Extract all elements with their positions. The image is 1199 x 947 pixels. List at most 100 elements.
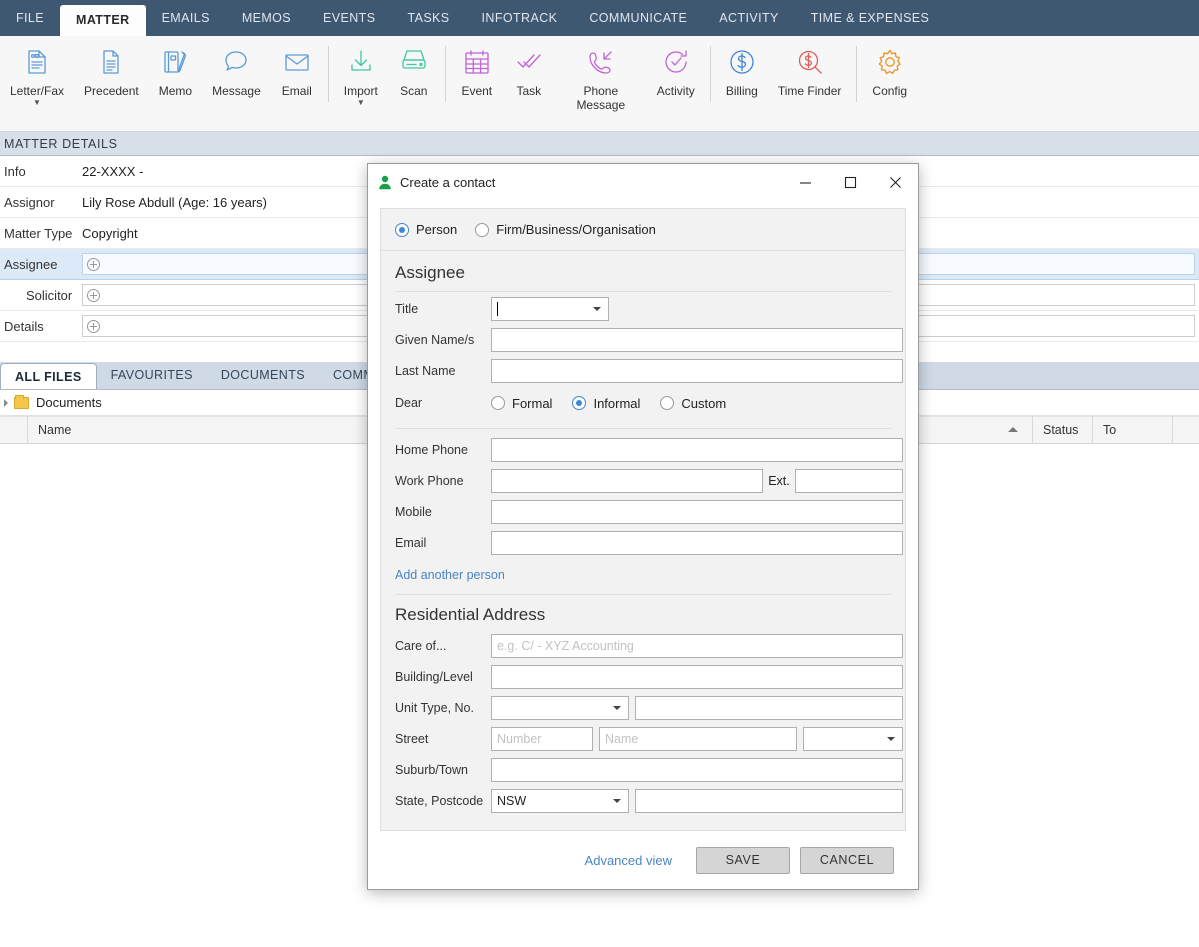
- state-value: NSW: [497, 794, 527, 808]
- ribbon-button-time-finder[interactable]: Time Finder: [768, 42, 852, 98]
- nav-tab-file[interactable]: FILE: [0, 0, 60, 36]
- mobile-input[interactable]: [491, 500, 903, 524]
- nav-tab-label: EVENTS: [323, 11, 376, 25]
- nav-tab-events[interactable]: EVENTS: [307, 0, 391, 36]
- ribbon-button-precedent[interactable]: Precedent: [74, 42, 149, 98]
- cancel-button[interactable]: CANCEL: [800, 846, 894, 874]
- chevron-down-icon[interactable]: ▼: [33, 99, 41, 107]
- person-section-heading: Assignee: [395, 263, 465, 282]
- title-select[interactable]: [491, 297, 609, 321]
- column-header-to[interactable]: To: [1093, 416, 1173, 444]
- nav-tab-label: COMMUNICATE: [589, 11, 688, 25]
- care-of-input[interactable]: [491, 634, 903, 658]
- ribbon-separator: [709, 46, 711, 102]
- radio-firm[interactable]: Firm/Business/Organisation: [475, 222, 656, 237]
- last-name-row: Last Name: [381, 357, 905, 385]
- title-row: Title: [381, 295, 905, 323]
- ribbon-button-billing[interactable]: Billing: [716, 42, 768, 98]
- nav-tab-time-expenses[interactable]: TIME & EXPENSES: [795, 0, 946, 36]
- dear-label: Dear: [395, 396, 423, 410]
- matter-detail-label: Details: [4, 318, 44, 334]
- radio-person[interactable]: Person: [395, 222, 457, 237]
- save-button[interactable]: SAVE: [696, 846, 790, 874]
- address-section-heading: Residential Address: [395, 605, 546, 624]
- home-phone-input[interactable]: [491, 438, 903, 462]
- postcode-input[interactable]: [635, 789, 903, 813]
- last-name-input[interactable]: [491, 359, 903, 383]
- activity-clock-icon: [662, 42, 690, 82]
- ribbon-button-label: Config: [872, 84, 908, 98]
- main-navigation-bar: FILE MATTER EMAILS MEMOS EVENTS TASKS INFOTRAC…: [0, 0, 1199, 36]
- chevron-down-icon: [613, 706, 621, 710]
- ribbon-button-event[interactable]: Event: [451, 42, 503, 98]
- minimize-button[interactable]: [783, 164, 828, 202]
- street-number-input[interactable]: [491, 727, 593, 751]
- radio-custom-label: Custom: [681, 395, 727, 411]
- dear-radio-group[interactable]: Formal Informal Custom: [491, 396, 744, 411]
- nav-tab-activity[interactable]: ACTIVITY: [703, 0, 794, 36]
- radio-informal-label: Informal: [593, 395, 641, 411]
- state-select[interactable]: NSW: [491, 789, 629, 813]
- radio-person-label: Person: [416, 222, 458, 237]
- home-phone-row: Home Phone: [381, 436, 905, 464]
- files-tab-documents[interactable]: DOCUMENTS: [207, 361, 319, 389]
- plus-circle-icon[interactable]: [87, 257, 100, 271]
- add-another-person-link[interactable]: Add another person: [395, 568, 505, 582]
- advanced-view-link[interactable]: Advanced view: [585, 853, 672, 868]
- ribbon-button-memo[interactable]: Memo: [149, 42, 202, 98]
- nav-tab-memos[interactable]: MEMOS: [226, 0, 307, 36]
- files-tab-favourites[interactable]: FAVOURITES: [97, 361, 207, 389]
- plus-circle-icon[interactable]: [87, 319, 100, 333]
- ribbon-button-import[interactable]: Import ▼: [334, 42, 388, 107]
- street-name-input[interactable]: [599, 727, 797, 751]
- matter-details-band: MATTER DETAILS: [0, 132, 1199, 156]
- maximize-button[interactable]: [828, 164, 873, 202]
- unit-number-input[interactable]: [635, 696, 903, 720]
- ribbon-button-email[interactable]: Email: [271, 42, 323, 98]
- work-phone-label: Work Phone: [395, 474, 464, 488]
- building-level-input[interactable]: [491, 665, 903, 689]
- ribbon-toolbar: Letter/Fax ▼ Precedent Memo Message Email Impo…: [0, 36, 1199, 132]
- expand-arrow-icon[interactable]: [4, 398, 8, 407]
- entity-type-radio-group[interactable]: Person Firm/Business/Organisation: [381, 209, 905, 251]
- ribbon-button-scan[interactable]: Scan: [388, 42, 440, 98]
- ribbon-button-label: Email: [281, 84, 312, 98]
- radio-person-circle: [395, 222, 409, 237]
- ribbon-button-label: Scan: [400, 84, 428, 98]
- given-names-input[interactable]: [491, 328, 903, 352]
- precedent-document-icon: [97, 42, 125, 82]
- chevron-down-icon[interactable]: ▼: [357, 99, 365, 107]
- unit-type-select[interactable]: [491, 696, 629, 720]
- nav-tab-label: MATTER: [76, 13, 130, 27]
- email-input[interactable]: [491, 531, 903, 555]
- files-tab-label: DOCUMENTS: [220, 368, 305, 382]
- nav-tab-infotrack[interactable]: INFOTRACK: [466, 0, 574, 36]
- suburb-input[interactable]: [491, 758, 903, 782]
- nav-tab-matter[interactable]: MATTER: [60, 5, 146, 36]
- radio-informal[interactable]: Informal: [572, 396, 640, 411]
- radio-formal[interactable]: Formal: [491, 396, 552, 411]
- ribbon-button-letter-fax[interactable]: Letter/Fax ▼: [0, 42, 74, 107]
- plus-circle-icon[interactable]: [87, 288, 100, 302]
- close-button[interactable]: [873, 164, 918, 202]
- chevron-down-icon: [593, 307, 601, 311]
- ribbon-button-message[interactable]: Message: [202, 42, 271, 98]
- scanner-icon: [400, 42, 428, 82]
- ext-input[interactable]: [795, 469, 903, 493]
- ribbon-button-config[interactable]: Config: [862, 42, 917, 98]
- dollar-search-icon: [796, 42, 824, 82]
- radio-custom[interactable]: Custom: [660, 396, 726, 411]
- sort-ascending-icon[interactable]: [1008, 427, 1018, 432]
- street-type-select[interactable]: [803, 727, 903, 751]
- column-header-status[interactable]: Status: [1033, 416, 1093, 444]
- radio-formal-circle: [491, 396, 505, 410]
- nav-tab-communicate[interactable]: COMMUNICATE: [573, 0, 703, 36]
- column-header-label: To: [1103, 423, 1117, 437]
- ribbon-button-task[interactable]: Task: [503, 42, 555, 98]
- nav-tab-tasks[interactable]: TASKS: [391, 0, 465, 36]
- ribbon-button-activity[interactable]: Activity: [647, 42, 705, 98]
- ribbon-button-phone-message[interactable]: Phone Message: [555, 42, 647, 112]
- work-phone-input[interactable]: [491, 469, 763, 493]
- files-tab-all-files[interactable]: ALL FILES: [0, 363, 97, 389]
- nav-tab-emails[interactable]: EMAILS: [146, 0, 226, 36]
